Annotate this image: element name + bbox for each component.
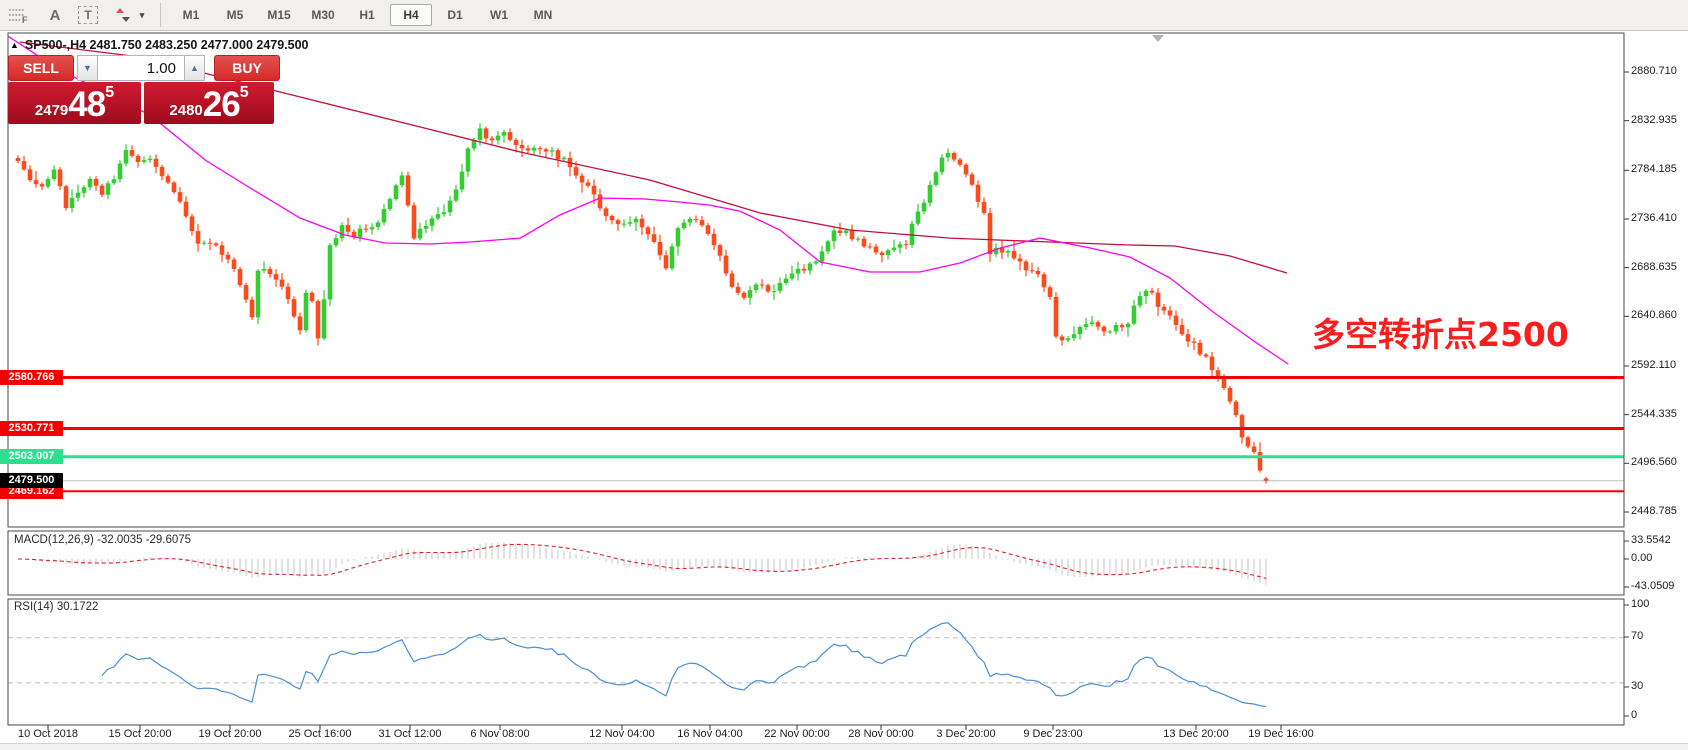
macd-indicator-label: MACD(12,26,9) -32.0035 -29.6075 <box>14 534 192 546</box>
rsi-axis-label: 70 <box>1631 630 1644 642</box>
price-axis-label: 2832.935 <box>1631 113 1677 126</box>
sell-button[interactable]: SELL <box>8 55 74 81</box>
status-strip <box>0 743 1688 750</box>
one-click-trading-panel: SELL ▼ ▲ BUY 2479485 2480265 <box>8 55 296 124</box>
price-axis-label: 2592.110 <box>1631 358 1677 371</box>
price-axis-label: 2544.335 <box>1631 407 1677 420</box>
time-axis-label: 12 Nov 04:00 <box>589 728 655 740</box>
time-axis-label: 25 Oct 16:00 <box>288 728 352 740</box>
buy-price-sup: 5 <box>239 84 249 101</box>
symbol-ohlc-text: SP500-,H4 2481.750 2483.250 2477.000 247… <box>24 38 309 52</box>
macd-axis-label: 0.00 <box>1631 552 1653 564</box>
price-axis-label: 2880.710 <box>1631 65 1677 77</box>
time-axis-label: 3 Dec 20:00 <box>936 728 996 740</box>
volume-input[interactable] <box>98 55 184 81</box>
current-price-badge: 2479.500 <box>0 473 63 489</box>
price-level-badge: 2530.771 <box>0 420 63 436</box>
time-axis-label: 19 Dec 16:00 <box>1248 728 1314 740</box>
buy-button[interactable]: BUY <box>214 55 280 81</box>
price-axis-label: 2688.635 <box>1631 260 1677 273</box>
price-level-badge: 2580.766 <box>0 370 63 386</box>
time-axis-label: 9 Dec 23:00 <box>1023 728 1083 740</box>
mt4-chart-window: F A T ▾ M1 M5 M15 M30 H1 H4 D1 W1 MN ▲ S… <box>0 0 1688 750</box>
buy-price-prefix: 2480 <box>169 102 203 119</box>
chart-text-annotation: 多空转折点2500 <box>1312 315 1569 354</box>
time-axis-label: 6 Nov 08:00 <box>470 728 530 740</box>
macd-axis-label: 33.5542 <box>1631 534 1671 546</box>
sell-price-big: 48 <box>68 85 106 124</box>
sell-price-box[interactable]: 2479 48 5 <box>8 82 141 124</box>
time-axis-label: 13 Dec 20:00 <box>1163 728 1229 740</box>
time-axis-label: 15 Oct 20:00 <box>108 728 172 740</box>
time-axis-label: 28 Nov 00:00 <box>848 728 914 740</box>
time-axis-label: 31 Oct 12:00 <box>378 728 442 740</box>
price-level-badge: 2503.007 <box>0 449 63 465</box>
rsi-indicator-label: RSI(14) 30.1722 <box>14 601 99 613</box>
price-axis-label: 2784.185 <box>1631 163 1677 176</box>
price-axis-label: 2496.560 <box>1631 456 1677 469</box>
rsi-axis-label: 30 <box>1631 680 1644 692</box>
time-axis-label: 19 Oct 20:00 <box>198 728 262 740</box>
rsi-axis-label: 0 <box>1631 709 1638 721</box>
macd-axis-label: -43.0509 <box>1631 580 1675 592</box>
price-axis-label: 2448.785 <box>1631 504 1677 517</box>
symbol-title: ▲ SP500-,H4 2481.750 2483.250 2477.000 2… <box>10 38 309 52</box>
sell-price-sup: 5 <box>105 84 115 101</box>
volume-decrease-button[interactable]: ▼ <box>77 55 98 81</box>
time-axis-label: 22 Nov 00:00 <box>764 728 830 740</box>
price-axis-label: 2640.860 <box>1631 309 1677 322</box>
symbol-triangle-icon: ▲ <box>10 40 19 50</box>
buy-price-box[interactable]: 2480 26 5 <box>144 82 274 124</box>
time-axis-label: 16 Nov 04:00 <box>677 728 743 740</box>
time-axis-label: 10 Oct 2018 <box>18 728 78 740</box>
buy-price-big: 26 <box>202 85 241 124</box>
price-axis-label: 2736.410 <box>1631 211 1677 224</box>
rsi-axis-label: 100 <box>1631 598 1650 610</box>
sell-price-prefix: 2479 <box>34 102 69 119</box>
volume-increase-button[interactable]: ▲ <box>184 55 205 81</box>
